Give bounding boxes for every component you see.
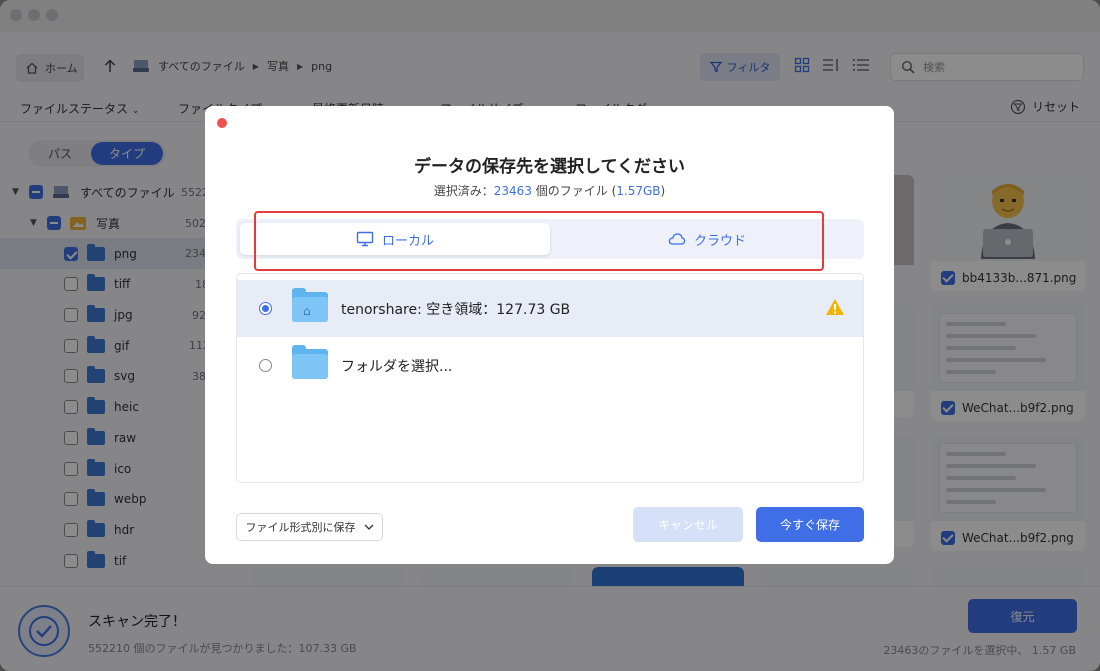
cancel-button[interactable]: キャンセル <box>633 507 743 542</box>
dialog-selection-summary: 選択済み：23463 個のファイル (1.57GB) <box>433 184 666 198</box>
save-by-format-label: ファイル形式別に保存 <box>245 521 356 534</box>
home-folder-icon: ⌂ <box>292 288 328 322</box>
folder-icon <box>292 345 328 379</box>
destination-folder-label: フォルダを選択... <box>341 359 453 375</box>
dialog-close-button[interactable] <box>217 118 227 128</box>
selected-size: 1.57GB <box>616 184 661 198</box>
radio-unselected[interactable] <box>259 359 272 372</box>
highlight-annotation-box <box>254 211 824 271</box>
destination-option-folder[interactable]: フォルダを選択... <box>237 337 863 394</box>
dialog-title: データの保存先を選択してください <box>414 157 685 177</box>
save-location-dialog: データの保存先を選択してください 選択済み：23463 個のファイル (1.57… <box>205 106 894 564</box>
destination-disk-label: tenorshare: 空き領域：127.73 GB <box>341 302 571 318</box>
chevron-down-icon <box>364 524 373 530</box>
destination-list: ⌂ tenorshare: 空き領域：127.73 GB フォルダを選択... <box>236 273 864 483</box>
selected-count: 23463 <box>493 184 532 198</box>
radio-selected[interactable] <box>259 302 272 315</box>
destination-option-disk[interactable]: ⌂ tenorshare: 空き領域：127.73 GB <box>237 280 863 337</box>
save-by-format-dropdown[interactable]: ファイル形式別に保存 <box>236 513 383 541</box>
save-now-button[interactable]: 今すぐ保存 <box>756 507 864 542</box>
warning-icon <box>826 299 844 315</box>
